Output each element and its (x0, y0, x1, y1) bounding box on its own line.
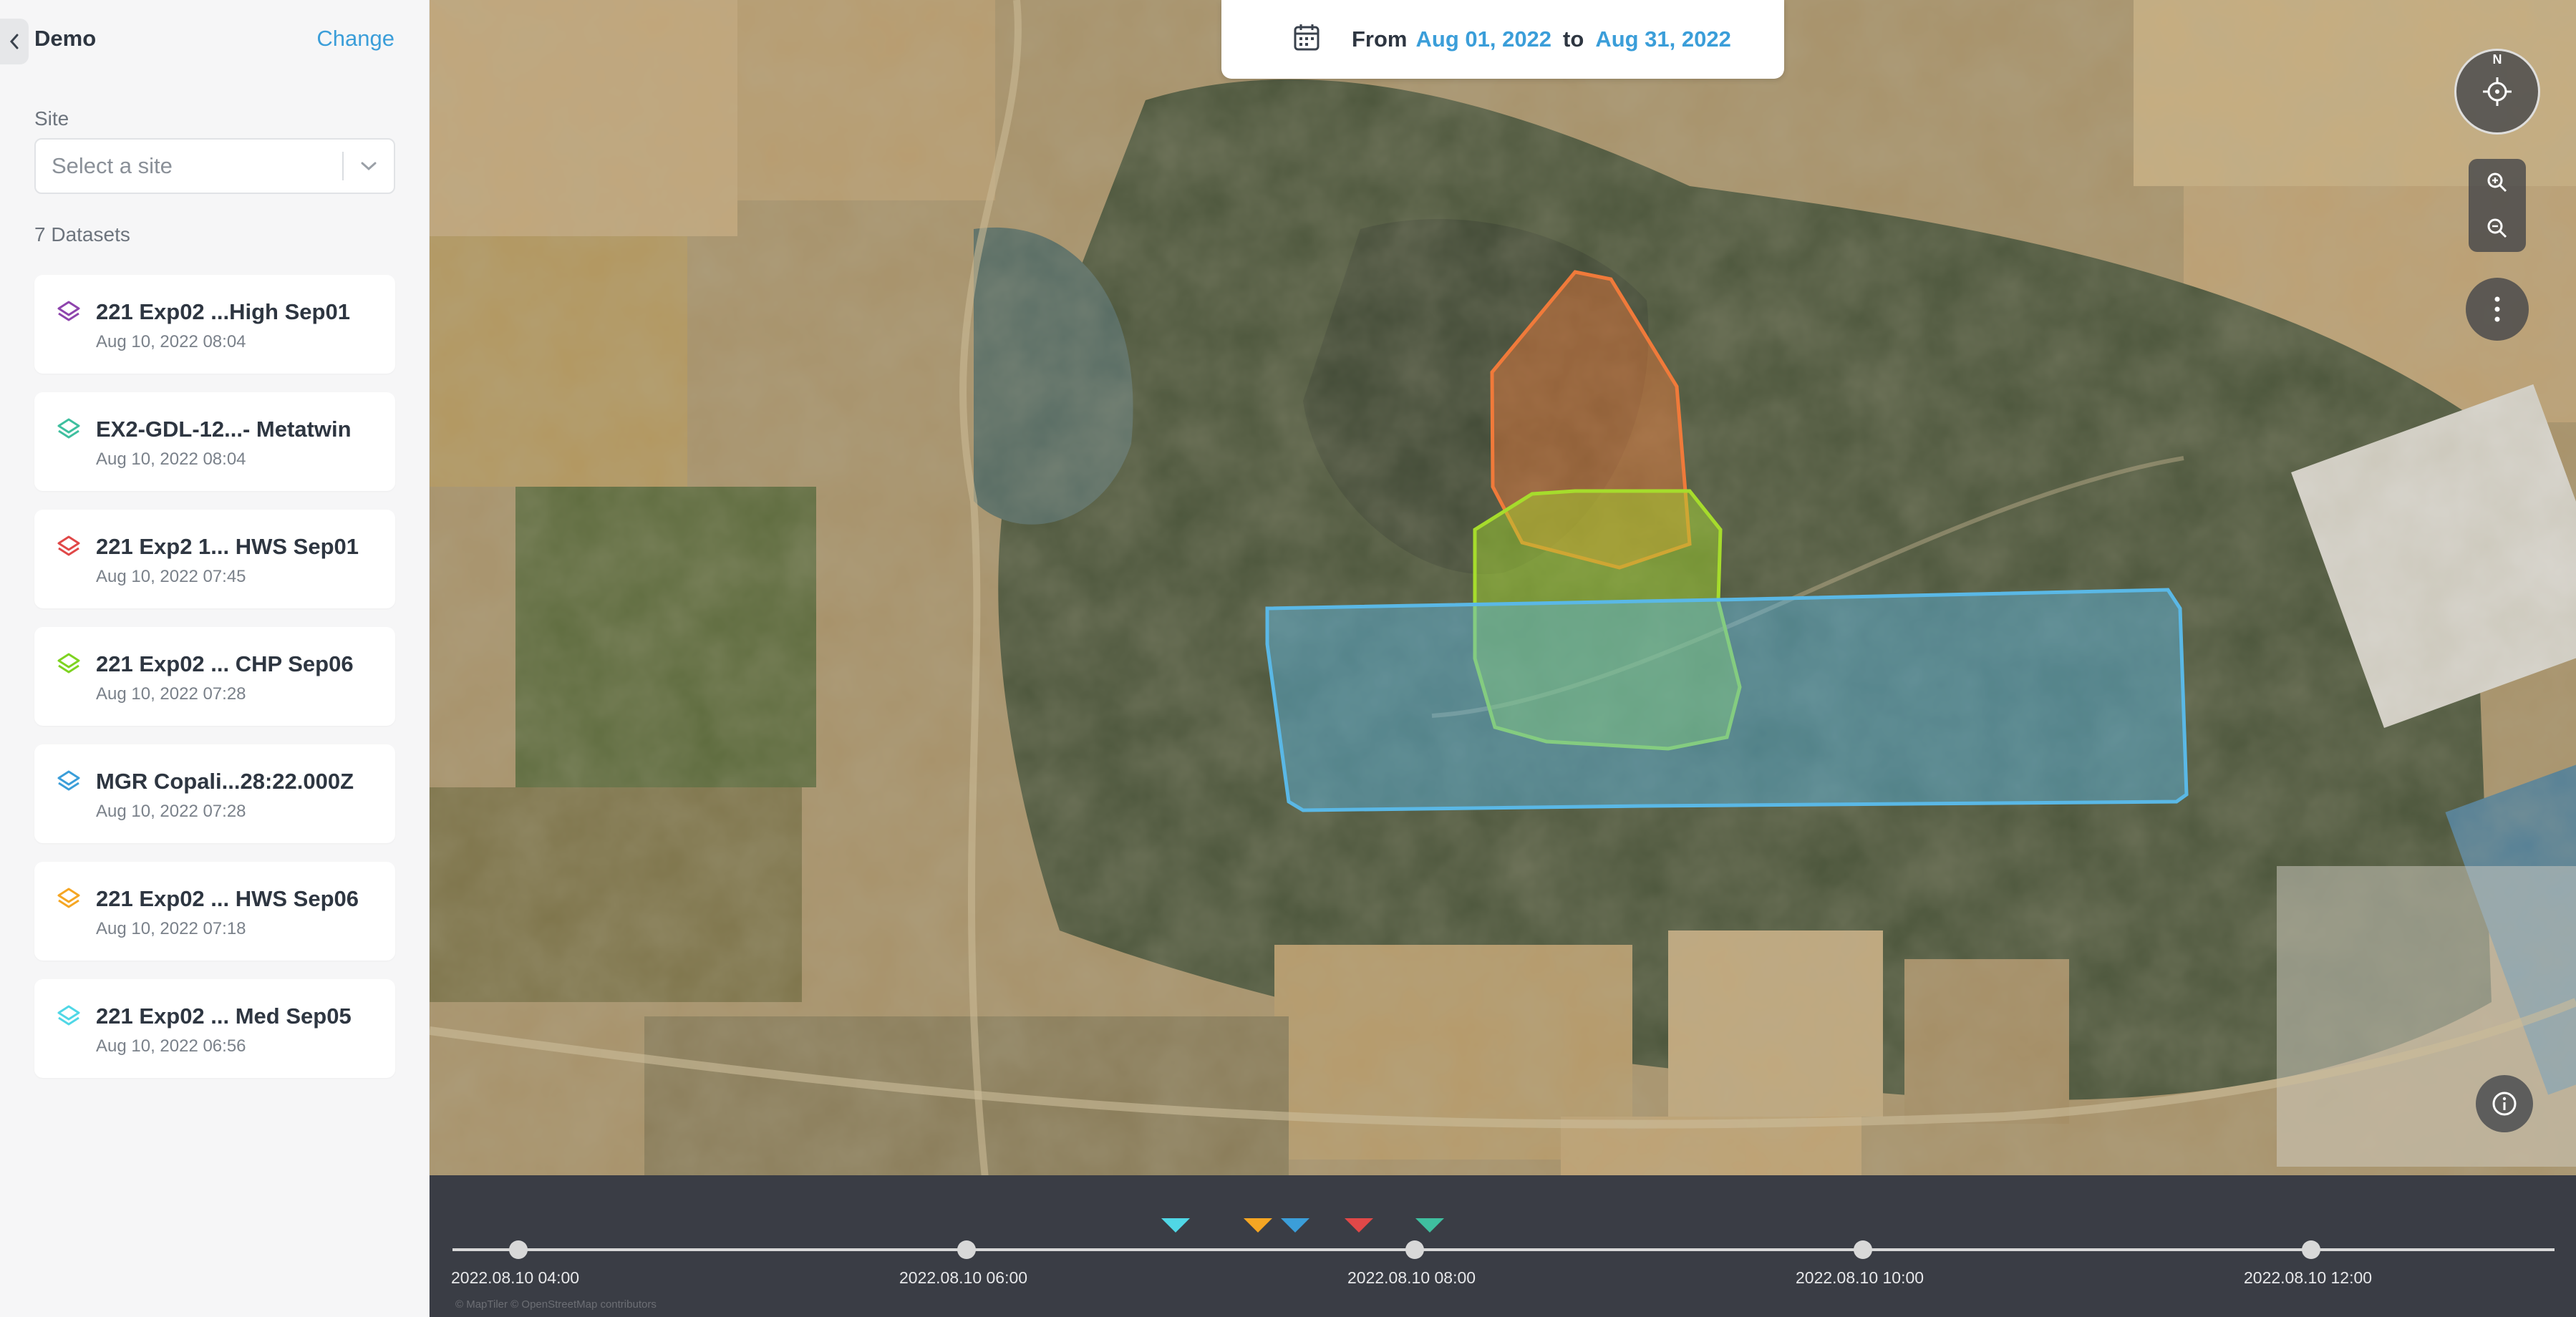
dataset-name: 221 Exp02 ... CHP Sep06 (96, 651, 354, 676)
dataset-date: Aug 10, 2022 07:45 (96, 567, 246, 586)
compass-button[interactable]: N (2454, 49, 2540, 135)
timeline-tick[interactable] (2302, 1240, 2320, 1259)
dataset-card[interactable]: MGR Copali...28:22.000Z Aug 10, 2022 07:2… (34, 744, 395, 843)
collapse-sidebar-button[interactable] (0, 19, 29, 64)
zoom-in-button[interactable] (2486, 160, 2509, 205)
layers-icon (57, 770, 80, 791)
timeline-tick[interactable] (1405, 1240, 1424, 1259)
date-range-start[interactable]: Aug 01, 2022 (1416, 26, 1552, 52)
dataset-card[interactable]: 221 Exp02 ...High Sep01 Aug 10, 2022 08:0… (34, 275, 395, 374)
dataset-name: 221 Exp2 1... HWS Sep01 (96, 534, 359, 559)
layers-icon (57, 1005, 80, 1026)
dataset-name: 221 Exp02 ...High Sep01 (96, 299, 350, 324)
date-range-to-label: to (1563, 26, 1584, 52)
dataset-date: Aug 10, 2022 06:56 (96, 1036, 246, 1056)
timeline-dataset-marker[interactable] (1243, 1218, 1272, 1233)
zoom-in-icon (2487, 172, 2507, 193)
dataset-card[interactable]: 221 Exp2 1... HWS Sep01 Aug 10, 2022 07:4… (34, 510, 395, 608)
dataset-name: MGR Copali...28:22.000Z (96, 769, 354, 794)
site-select[interactable]: Select a site (34, 138, 395, 194)
datasets-count: 7 Datasets (34, 223, 130, 246)
site-select-placeholder: Select a site (52, 153, 173, 178)
chevron-down-icon[interactable] (344, 160, 394, 172)
layers-icon (57, 418, 80, 439)
date-range-end[interactable]: Aug 31, 2022 (1595, 26, 1731, 52)
crosshair-icon (2483, 77, 2512, 106)
timeline-tick-label: 2022.08.10 10:00 (1796, 1268, 1924, 1287)
timeline-tick-label: 2022.08.10 12:00 (2244, 1268, 2373, 1287)
zoom-out-button[interactable] (2486, 205, 2509, 251)
timeline-dataset-marker[interactable] (1344, 1218, 1373, 1233)
date-range-from-label: From (1352, 26, 1408, 52)
timeline-tick-label: 2022.08.10 06:00 (899, 1268, 1028, 1287)
dataset-name: EX2-GDL-12...- Metatwin (96, 417, 352, 442)
timeline-tick[interactable] (509, 1240, 528, 1259)
dataset-card[interactable]: EX2-GDL-12...- Metatwin Aug 10, 2022 08:0… (34, 392, 395, 491)
dataset-list: 221 Exp02 ...High Sep01 Aug 10, 2022 08:0… (34, 275, 395, 1097)
dataset-date: Aug 10, 2022 07:18 (96, 919, 246, 938)
dataset-card[interactable]: 221 Exp02 ... Med Sep05 Aug 10, 2022 06:5… (34, 979, 395, 1078)
timeline-dataset-marker[interactable] (1415, 1218, 1444, 1233)
timeline-tick[interactable] (957, 1240, 976, 1259)
compass-north-label: N (2492, 52, 2502, 67)
dataset-date: Aug 10, 2022 08:04 (96, 332, 246, 351)
sidebar: Demo Change Site Select a site 7 Dataset… (0, 0, 430, 1317)
timeline-dataset-marker[interactable] (1161, 1218, 1191, 1233)
timeline-track[interactable] (452, 1248, 2555, 1251)
zoom-controls (2469, 159, 2526, 252)
dataset-card[interactable]: 221 Exp02 ... HWS Sep06 Aug 10, 2022 07:1… (34, 862, 395, 961)
map-attribution: © MapTiler © OpenStreetMap contributors (455, 1298, 657, 1311)
project-title: Demo (34, 26, 97, 51)
info-icon (2492, 1092, 2517, 1116)
satellite-map[interactable] (430, 0, 2576, 1317)
timeline-dataset-marker[interactable] (1281, 1218, 1310, 1233)
layers-icon (57, 888, 80, 908)
dataset-polygon-blue (1265, 588, 2189, 812)
dataset-date: Aug 10, 2022 08:04 (96, 449, 246, 469)
timeline-tick-label: 2022.08.10 08:00 (1347, 1268, 1476, 1287)
timeline-tick-label: 2022.08.10 04:00 (451, 1268, 580, 1287)
info-button[interactable] (2476, 1075, 2533, 1132)
timeline-tick[interactable] (1854, 1240, 1872, 1259)
layers-icon (57, 301, 80, 321)
site-label: Site (34, 107, 69, 130)
dataset-name: 221 Exp02 ... Med Sep05 (96, 1003, 352, 1029)
change-project-link[interactable]: Change (316, 26, 394, 52)
calendar-icon (1294, 24, 1320, 51)
date-range-picker[interactable]: From Aug 01, 2022 to Aug 31, 2022 (1221, 0, 1784, 79)
more-options-button[interactable] (2466, 278, 2529, 341)
dataset-card[interactable]: 221 Exp02 ... CHP Sep06 Aug 10, 2022 07:2… (34, 627, 395, 726)
dataset-date: Aug 10, 2022 07:28 (96, 684, 246, 704)
dataset-name: 221 Exp02 ... HWS Sep06 (96, 886, 359, 911)
timeline[interactable]: © MapTiler © OpenStreetMap contributors … (430, 1175, 2576, 1317)
dataset-date: Aug 10, 2022 07:28 (96, 802, 246, 821)
chevron-left-icon (9, 34, 19, 49)
layers-icon (57, 535, 80, 556)
layers-icon (57, 653, 80, 674)
zoom-out-icon (2487, 218, 2507, 238)
map-view[interactable] (430, 0, 2576, 1317)
more-vertical-icon (2494, 296, 2500, 322)
